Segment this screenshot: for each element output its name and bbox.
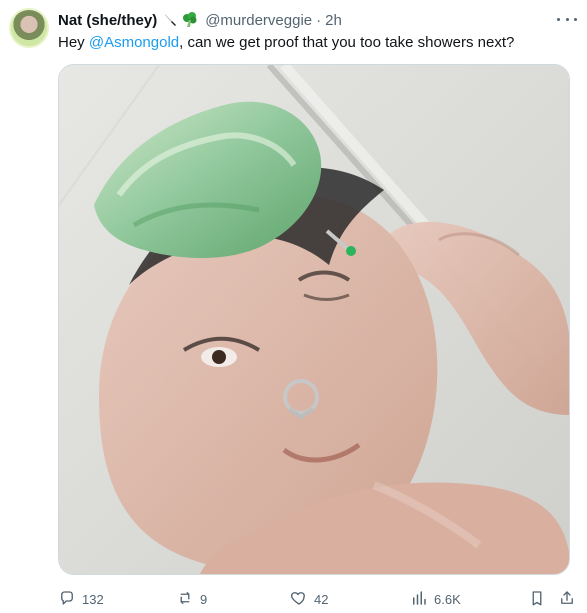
mention-link[interactable]: @Asmongold xyxy=(89,34,179,51)
tweet: Nat (she/they) @murderveggie · 2h Hey @A… xyxy=(0,0,587,613)
views-icon xyxy=(410,589,428,610)
knife-icon xyxy=(163,12,179,28)
repost-button[interactable]: 9 xyxy=(176,588,207,610)
author-name[interactable]: Nat (she/they) xyxy=(58,12,157,29)
separator-dot: · xyxy=(316,11,322,29)
tweet-text-end: , can we get proof that you too take sho… xyxy=(179,34,515,51)
tweet-photo[interactable] xyxy=(58,64,570,575)
author-handle[interactable]: @murderveggie xyxy=(205,12,312,29)
tweet-header: Nat (she/they) @murderveggie · 2h xyxy=(58,10,577,30)
broccoli-icon xyxy=(181,11,199,29)
views-button[interactable]: 6.6K xyxy=(410,588,461,610)
views-count: 6.6K xyxy=(434,591,461,607)
like-button[interactable]: 42 xyxy=(290,588,328,610)
timestamp[interactable]: 2h xyxy=(325,12,342,29)
reply-count: 132 xyxy=(82,591,104,607)
bookmark-button[interactable] xyxy=(528,588,546,610)
share-icon xyxy=(558,589,576,610)
like-icon xyxy=(290,589,308,610)
like-count: 42 xyxy=(314,591,329,607)
reply-button[interactable]: 132 xyxy=(58,588,104,610)
more-icon[interactable] xyxy=(557,12,577,26)
share-button[interactable] xyxy=(558,588,576,610)
tweet-text: Hey @Asmongold, can we get proof that yo… xyxy=(58,33,577,53)
repost-count: 9 xyxy=(200,591,208,607)
tweet-text-start: Hey xyxy=(58,34,89,51)
avatar[interactable] xyxy=(9,8,49,48)
repost-icon xyxy=(176,589,194,610)
reply-icon xyxy=(58,589,76,610)
bookmark-icon xyxy=(528,589,546,610)
selfie-photo xyxy=(59,65,569,574)
action-bar: 132 9 42 6.6K xyxy=(58,588,578,610)
